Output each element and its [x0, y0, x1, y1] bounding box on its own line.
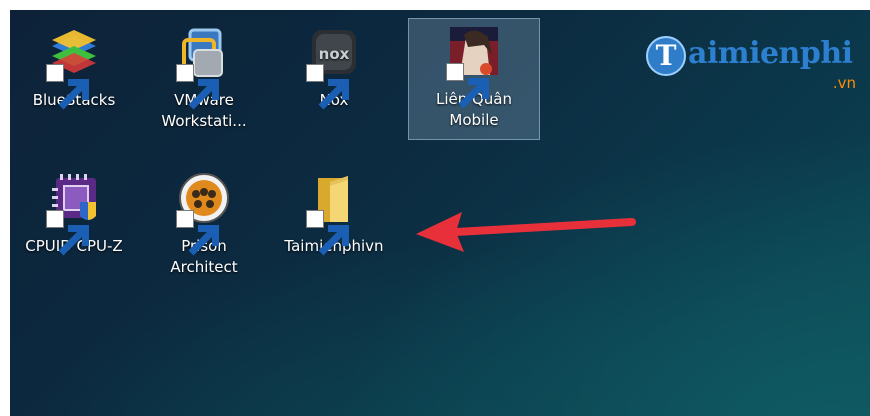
prison-architect-icon	[176, 172, 232, 256]
desktop: BlueStacks VMware Workstati... nox Nox L…	[10, 10, 870, 416]
annotation-arrow	[416, 212, 636, 252]
lien-quan-icon	[446, 25, 502, 109]
logo-tld: .vn	[832, 74, 856, 92]
bluestacks-icon	[46, 26, 102, 110]
desktop-icon-prison-architect[interactable]: Prison Architect	[144, 166, 264, 278]
logo-wordmark: aimienphi	[688, 36, 853, 71]
taimienphi-logo: T aimienphi .vn	[646, 32, 858, 98]
shortcut-arrow-icon	[46, 64, 89, 110]
cpuz-icon	[46, 172, 102, 256]
desktop-icon-vmware[interactable]: VMware Workstati...	[144, 20, 264, 132]
nox-icon: nox	[306, 26, 362, 110]
shortcut-arrow-icon	[306, 210, 349, 256]
desktop-icon-nox[interactable]: nox Nox	[274, 20, 394, 111]
shortcut-arrow-icon	[306, 64, 349, 110]
logo-mark: T	[646, 36, 686, 76]
shortcut-arrow-icon	[176, 210, 219, 256]
folder-icon	[306, 172, 362, 256]
svg-text:nox: nox	[319, 45, 350, 63]
shortcut-arrow-icon	[446, 63, 489, 109]
vmware-icon	[176, 26, 232, 110]
shortcut-arrow-icon	[176, 64, 219, 110]
desktop-icon-cpuid-cpu-z[interactable]: CPUID CPU-Z	[14, 166, 134, 257]
desktop-icon-bluestacks[interactable]: BlueStacks	[14, 20, 134, 111]
desktop-icon-taimienphivn[interactable]: Taimienphivn	[274, 166, 394, 257]
shortcut-arrow-icon	[46, 210, 89, 256]
desktop-icon-lien-quan-mobile[interactable]: Liên Quân Mobile	[408, 18, 540, 140]
